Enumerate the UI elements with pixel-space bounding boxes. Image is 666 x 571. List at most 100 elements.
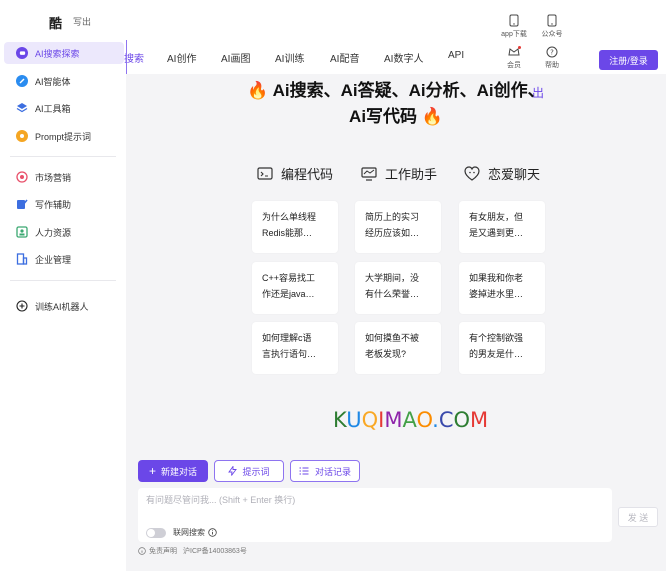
sidebar-item-writing[interactable]: 写作辅助 — [4, 193, 124, 215]
list-icon — [299, 467, 309, 475]
sidebar-divider — [10, 156, 116, 157]
building-icon — [16, 253, 28, 265]
sidebar-item-label: 市场营销 — [35, 172, 72, 183]
sidebar-item-ai-agent[interactable]: AI智能体 — [4, 70, 124, 92]
sidebar-item-label: AI工具箱 — [35, 103, 71, 114]
write-icon — [16, 198, 28, 210]
info-icon — [138, 547, 146, 555]
train-ai-bot-button[interactable]: 训练AI机器人 — [4, 295, 124, 317]
sidebar-item-prompt[interactable]: Prompt提示词 — [4, 125, 124, 147]
person-card-icon — [16, 226, 28, 238]
code-window-icon — [257, 166, 273, 180]
monitor-icon — [361, 166, 377, 181]
category-romance[interactable]: 恋爱聊天 — [464, 164, 540, 183]
icp-link[interactable]: 沪ICP备14003863号 — [183, 546, 247, 556]
top-header: 搜索 AI创作 AI画图 AI训练 AI配音 AI数字人 API app下载 公… — [124, 0, 666, 100]
plus-icon: + — [148, 464, 156, 478]
tab-ai-digital-human[interactable]: AI数字人 — [384, 50, 423, 65]
watermark-logo: KUQIMAO.COM — [333, 408, 488, 432]
brand-logo: 酷 — [49, 16, 63, 31]
phone-icon — [509, 14, 519, 27]
chat-input[interactable]: 有问题尽管问我... (Shift + Enter 换行) 联网搜索 — [138, 488, 612, 542]
suggestion-card[interactable]: 简历上的实习 经历应该如… — [355, 201, 441, 253]
web-search-label: 联网搜索 — [173, 528, 205, 537]
login-button[interactable]: 注册/登录 — [599, 50, 658, 70]
chat-bubble-icon — [16, 47, 28, 59]
sidebar-item-marketing[interactable]: 市场营销 — [4, 166, 124, 188]
suggestion-card[interactable]: 有个控制欲强 的男友是什… — [459, 322, 545, 374]
suggestion-card[interactable]: 有女朋友，但 是又遇到更… — [459, 201, 545, 253]
disclaimer-link[interactable]: 免责声明 — [149, 546, 177, 556]
hero-line-2: Ai写代码 🔥 — [349, 107, 443, 126]
suggestion-card[interactable]: C++容易找工 作还是java… — [252, 262, 338, 314]
heart-face-icon — [464, 166, 480, 181]
sidebar-item-label: 人力资源 — [35, 227, 72, 238]
pen-circle-icon — [16, 75, 28, 87]
phone-icon — [547, 14, 557, 27]
bolt-icon — [228, 466, 238, 476]
sidebar-item-label: AI搜索探索 — [35, 48, 80, 59]
tab-api[interactable]: API — [448, 50, 464, 61]
sidebar-item-label: 训练AI机器人 — [35, 301, 89, 312]
hero-title: 🔥 Ai搜索、Ai答疑、Ai分析、Ai创作、 Ai写代码 🔥 — [126, 78, 666, 130]
sidebar-item-label: 写作辅助 — [35, 199, 72, 210]
help-circle-icon: ? — [546, 46, 558, 58]
official-account-label: 公众号 — [541, 31, 563, 38]
brand-subtitle: 写出 — [73, 17, 92, 27]
vip-button[interactable]: 会员 — [499, 46, 529, 70]
suggestion-card[interactable]: 如何理解c语 言执行语句… — [252, 322, 338, 374]
suggestion-card[interactable]: 如果我和你老 婆掉进水里… — [459, 262, 545, 314]
history-button[interactable]: 对话记录 — [290, 460, 360, 482]
watermark-letter: O — [416, 408, 433, 432]
category-label: 编程代码 — [281, 167, 334, 182]
sidebar-item-label: Prompt提示词 — [35, 131, 92, 142]
send-button[interactable]: 发 送 — [618, 507, 658, 527]
sidebar-item-ai-toolbox[interactable]: AI工具箱 — [4, 97, 124, 119]
info-icon[interactable] — [208, 528, 217, 537]
watermark-text: KUQIMAO.COM — [333, 408, 488, 432]
category-work[interactable]: 工作助手 — [361, 164, 437, 183]
header-divider — [126, 40, 127, 74]
prompts-button[interactable]: 提示词 — [214, 460, 284, 482]
category-coding[interactable]: 编程代码 — [257, 164, 333, 183]
watermark-letter: U — [346, 408, 362, 432]
plus-circle-icon — [16, 300, 28, 312]
watermark-letter: Q — [361, 408, 379, 432]
sidebar-item-label: AI智能体 — [35, 76, 71, 87]
chat-input-placeholder: 有问题尽管问我... (Shift + Enter 换行) — [146, 495, 296, 505]
app-download-label: app下载 — [501, 31, 527, 38]
tab-ai-train[interactable]: AI训练 — [275, 50, 304, 65]
suggestion-card[interactable]: 如何摸鱼不被 老板发现? — [355, 322, 441, 374]
new-chat-button[interactable]: + 新建对话 — [138, 460, 208, 482]
tab-ai-create[interactable]: AI创作 — [167, 50, 196, 65]
sidebar-item-ai-search[interactable]: AI搜索探索 — [4, 42, 124, 64]
vip-label: 会员 — [507, 62, 521, 69]
sidebar-divider — [10, 280, 116, 281]
watermark-letter: O — [453, 408, 471, 432]
sidebar-item-management[interactable]: 企业管理 — [4, 248, 124, 270]
sidebar-item-hr[interactable]: 人力资源 — [4, 221, 124, 243]
target-icon — [16, 171, 28, 183]
official-account-button[interactable]: 公众号 — [535, 14, 569, 39]
suggestion-card[interactable]: 大学期间，没 有什么荣誉… — [355, 262, 441, 314]
fire-icon: 🔥 — [421, 107, 443, 126]
brand[interactable]: 酷 写出 — [0, 0, 126, 40]
hero-line-1: 🔥 Ai搜索、Ai答疑、Ai分析、Ai创作、 — [247, 81, 545, 100]
sidebar: 酷 写出 AI搜索探索 AI智能体 AI工具箱 Prompt提示词 市场营销 写… — [0, 0, 126, 571]
watermark-letter: C — [438, 408, 454, 432]
footer: 免责声明 沪ICP备14003863号 — [138, 546, 247, 556]
watermark-letter: . — [432, 408, 439, 432]
suggestion-card[interactable]: 为什么单线程 Redis能那… — [252, 201, 338, 253]
bulb-icon — [16, 130, 28, 142]
tab-ai-draw[interactable]: AI画图 — [221, 50, 250, 65]
watermark-letter: K — [333, 408, 347, 432]
category-label: 恋爱聊天 — [488, 167, 541, 182]
tab-ai-voice[interactable]: AI配音 — [330, 50, 359, 65]
layers-icon — [16, 102, 28, 114]
crown-icon — [508, 46, 521, 56]
web-search-toggle[interactable] — [146, 528, 166, 538]
tab-search[interactable]: 搜索 — [124, 50, 144, 65]
help-button[interactable]: ? 帮助 — [537, 46, 567, 70]
app-download-button[interactable]: app下载 — [497, 14, 531, 39]
sidebar-item-label: 企业管理 — [35, 254, 72, 265]
